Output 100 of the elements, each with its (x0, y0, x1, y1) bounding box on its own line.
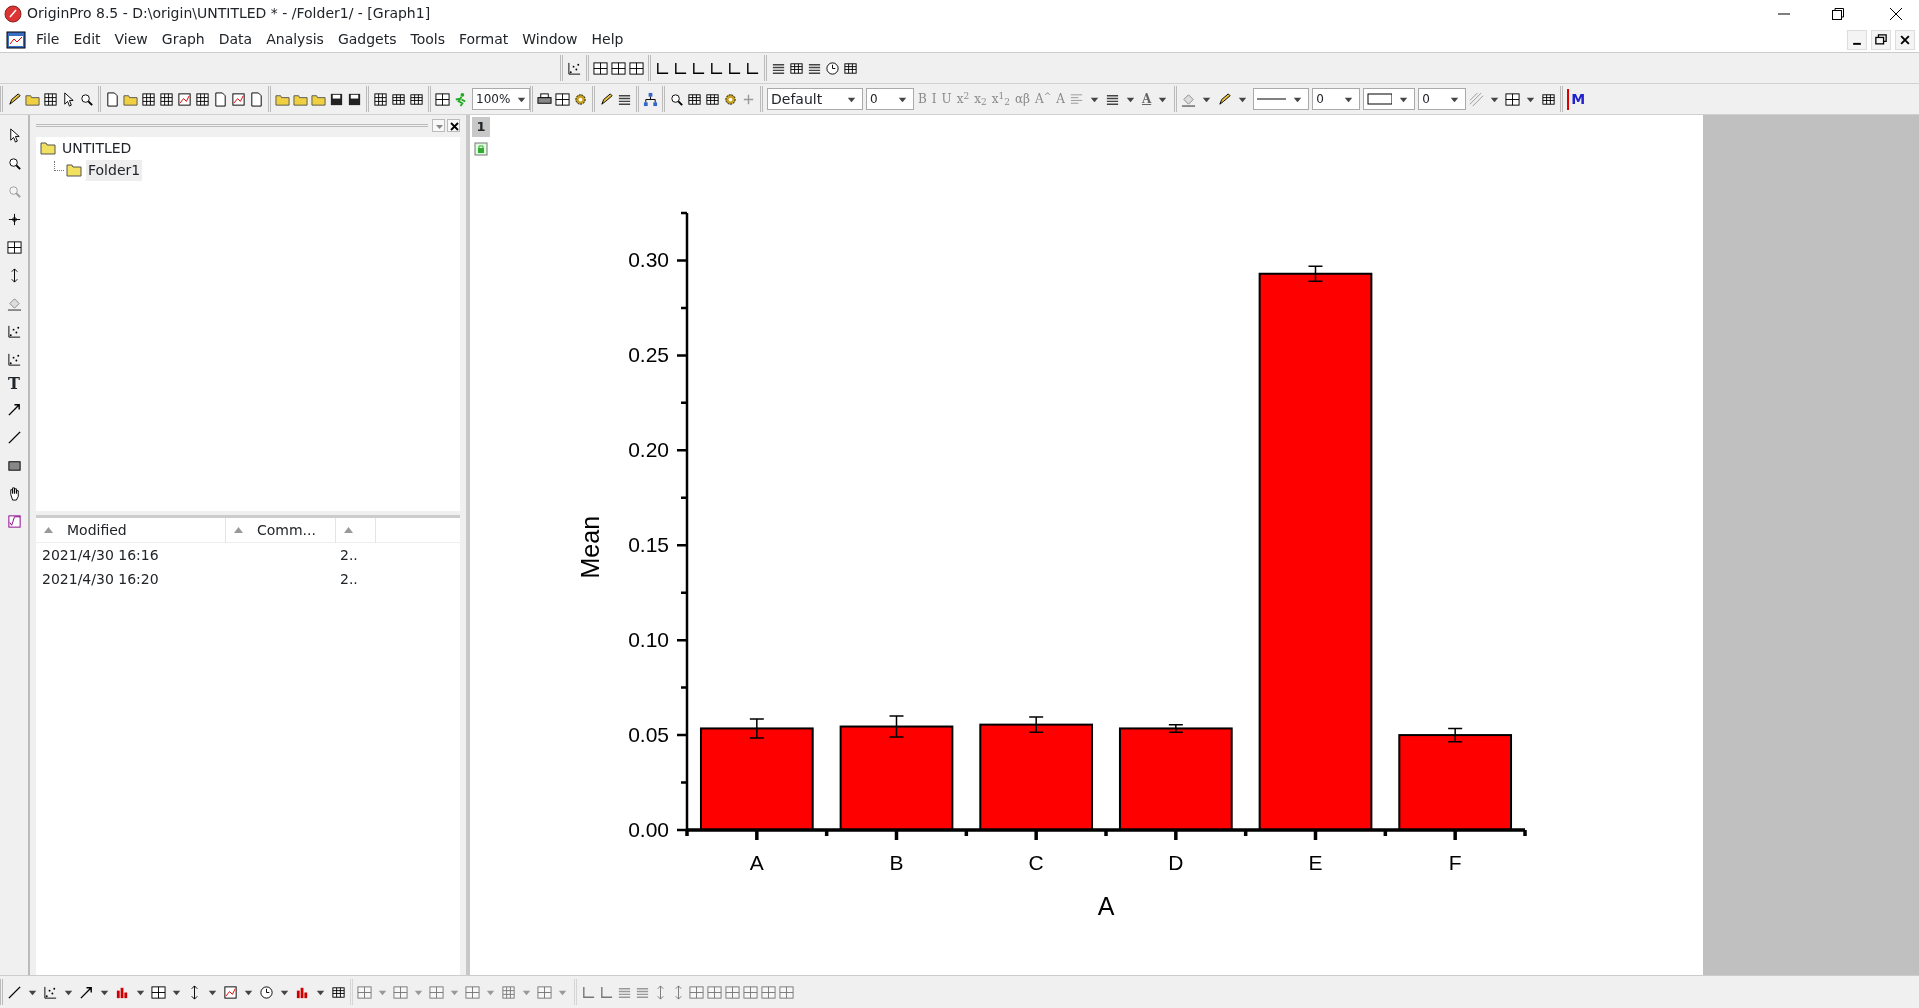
graph-icon[interactable] (231, 91, 246, 107)
menu-item[interactable]: Window (515, 29, 585, 50)
column-header[interactable]: Comm... (257, 519, 316, 541)
menu-item[interactable]: Edit (66, 29, 108, 50)
table-icon[interactable] (331, 984, 346, 1000)
axes-icon[interactable] (745, 60, 760, 76)
menu-item[interactable]: View (107, 29, 155, 50)
tick-label: 0.05 (628, 723, 669, 747)
tree-item[interactable]: Folder1 (86, 159, 143, 181)
gear-icon[interactable] (573, 91, 588, 107)
text-color-button[interactable]: A (1140, 90, 1153, 108)
layout-icon[interactable] (629, 60, 644, 76)
pointer-icon[interactable] (61, 91, 76, 107)
tree-item[interactable]: UNTITLED (60, 137, 134, 159)
scatter-icon[interactable] (6, 324, 22, 339)
line-width-dropdown[interactable]: 0 (1312, 88, 1361, 110)
axes-icon[interactable] (709, 60, 724, 76)
border-dropdown[interactable] (1363, 88, 1416, 110)
save-icon[interactable] (329, 91, 344, 107)
menu-item[interactable]: Tools (403, 29, 452, 50)
layout-icon[interactable] (555, 91, 570, 107)
axes-icon[interactable] (655, 60, 670, 76)
restore-icon[interactable] (1831, 6, 1845, 21)
restore-icon[interactable] (1871, 29, 1891, 50)
line-sample (1257, 97, 1287, 101)
table-icon[interactable] (789, 60, 804, 76)
layout-icon[interactable] (593, 60, 608, 76)
graph-icon[interactable] (177, 91, 192, 107)
formula-icon[interactable] (6, 514, 22, 529)
document-icon[interactable] (6, 30, 26, 49)
fill-icon[interactable] (6, 296, 22, 311)
rectangle-icon[interactable] (6, 458, 22, 473)
zoom-dropdown[interactable]: 100% (472, 88, 530, 110)
menu-item[interactable]: Graph (154, 29, 212, 50)
clock-icon[interactable] (259, 984, 274, 1000)
font-size-dropdown[interactable]: 0 (866, 88, 914, 110)
axes-icon[interactable] (727, 60, 742, 76)
menu-item[interactable]: Gadgets (330, 29, 404, 50)
axes-icon[interactable] (691, 60, 706, 76)
axes-icon[interactable] (673, 60, 688, 76)
sort-icon[interactable] (344, 527, 353, 533)
layout-icon[interactable] (1505, 91, 1521, 107)
spreadsheet-icon[interactable] (159, 91, 174, 107)
save-icon[interactable] (347, 91, 362, 107)
spreadsheet-icon[interactable] (373, 91, 388, 107)
line-icon[interactable] (7, 984, 22, 1000)
spreadsheet-icon[interactable] (195, 91, 210, 107)
scatter-icon[interactable] (567, 60, 582, 76)
page-icon[interactable] (249, 91, 264, 107)
table-icon[interactable] (705, 91, 720, 107)
layout-icon[interactable] (611, 60, 626, 76)
lock-icon[interactable] (474, 142, 488, 156)
font-dropdown[interactable]: Default (767, 88, 863, 110)
sort-icon[interactable] (234, 527, 243, 533)
clock-icon[interactable] (825, 60, 840, 76)
pencil-icon[interactable] (1217, 91, 1233, 107)
gear-icon[interactable] (723, 91, 738, 107)
minimize-icon[interactable] (1847, 29, 1867, 50)
line-icon[interactable] (6, 430, 22, 445)
pencil-icon[interactable] (7, 91, 22, 107)
layout-icon[interactable] (435, 91, 450, 107)
menu-item[interactable]: Data (211, 29, 260, 50)
layout-icon[interactable] (151, 984, 166, 1000)
column-header[interactable]: Modified (67, 519, 127, 541)
arrow-icon[interactable] (79, 984, 94, 1000)
menu-item[interactable]: Help (584, 29, 631, 50)
page-icon[interactable] (105, 91, 120, 107)
zoom-icon[interactable] (79, 91, 94, 107)
page-icon[interactable] (213, 91, 228, 107)
zoom-icon[interactable] (669, 91, 684, 107)
line-style-dropdown[interactable] (1253, 88, 1310, 110)
hierarchy-icon[interactable] (643, 91, 658, 107)
close-icon[interactable] (1889, 6, 1903, 21)
zoom-icon[interactable] (6, 156, 22, 171)
table-icon[interactable] (1541, 91, 1557, 107)
table-icon[interactable] (687, 91, 702, 107)
close-icon[interactable] (447, 118, 460, 132)
crosshair-icon[interactable] (6, 212, 22, 227)
menu-item[interactable]: File (29, 29, 67, 50)
spreadsheet-icon[interactable] (43, 91, 58, 107)
scatter-icon[interactable] (43, 984, 58, 1000)
menu-item[interactable]: Analysis (259, 29, 331, 50)
toolbar-label[interactable]: M (1567, 88, 1586, 110)
menu-item[interactable]: Format (452, 29, 516, 50)
table-cell-text: 2021/4/30 16:16 (41, 545, 160, 565)
tick-label: 0.30 (628, 248, 669, 272)
text-tool[interactable]: T (8, 375, 20, 393)
layout-icon[interactable] (6, 240, 22, 255)
graph-icon[interactable] (223, 984, 238, 1000)
sort-icon[interactable] (44, 527, 53, 533)
table-icon[interactable] (409, 91, 424, 107)
spreadsheet-icon[interactable] (141, 91, 156, 107)
arrow-icon[interactable] (6, 402, 22, 417)
scatter-icon[interactable] (6, 352, 22, 367)
table-icon[interactable] (843, 60, 858, 76)
border-width-dropdown[interactable]: 0 (1418, 88, 1467, 110)
page-tab[interactable]: 1 (472, 117, 490, 137)
table-icon[interactable] (391, 91, 406, 107)
pencil-icon[interactable] (599, 91, 614, 107)
printer-icon[interactable] (537, 91, 552, 107)
